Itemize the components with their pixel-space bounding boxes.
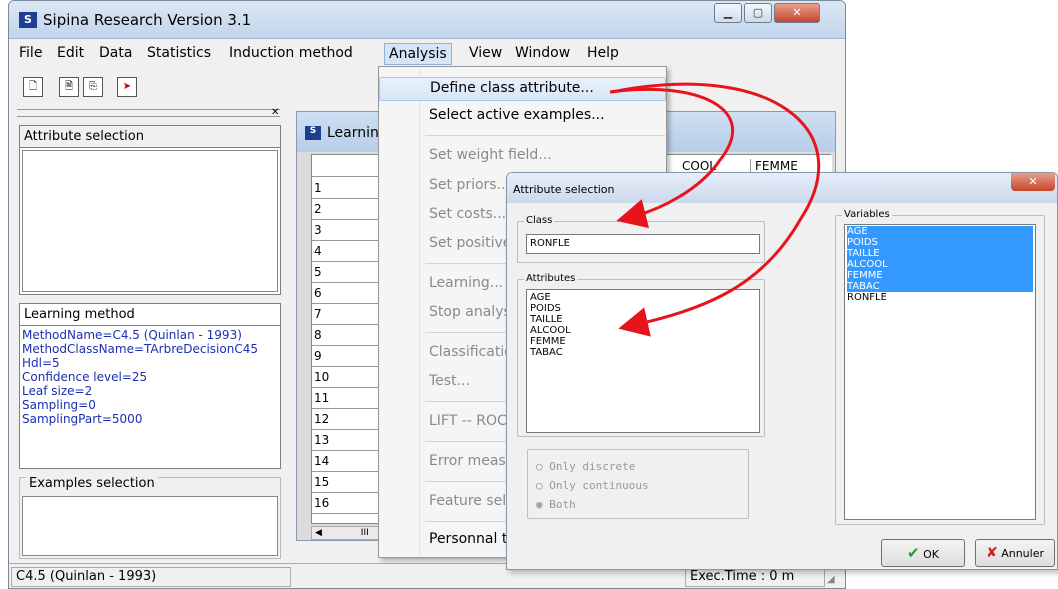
annotation-arrows — [609, 82, 821, 337]
arrow-to-class-field — [609, 87, 735, 229]
arrow-to-attributes-list — [611, 82, 821, 337]
